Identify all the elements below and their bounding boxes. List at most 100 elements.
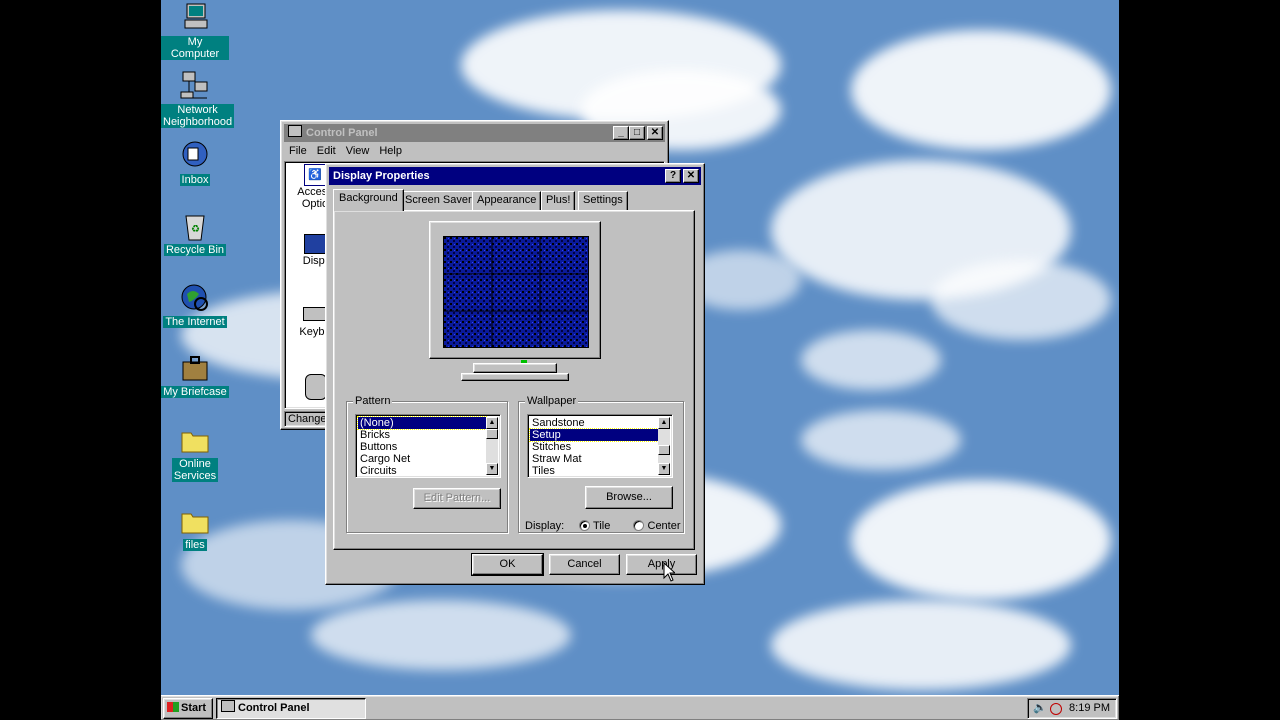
- clock[interactable]: 8:19 PM: [1069, 699, 1110, 718]
- start-label: Start: [181, 702, 207, 714]
- desktop-icon-label: The Internet: [163, 316, 227, 328]
- desktop-icon-label: Network Neighborhood: [161, 104, 235, 128]
- pattern-group: Pattern (None) Bricks Buttons Cargo Net …: [346, 395, 508, 533]
- pattern-scrollbar[interactable]: ▲ ▼: [486, 417, 498, 475]
- tab-panel: Pattern (None) Bricks Buttons Cargo Net …: [333, 210, 695, 550]
- desktop-icon-label: Recycle Bin: [163, 244, 227, 256]
- close-button[interactable]: ✕: [647, 126, 663, 140]
- desktop-icon-online-services[interactable]: Online Services: [161, 424, 229, 482]
- tab-settings[interactable]: Settings: [578, 191, 628, 210]
- ok-button[interactable]: OK: [471, 553, 544, 576]
- internet-icon: [179, 282, 211, 314]
- scroll-down-icon[interactable]: ▼: [486, 463, 498, 475]
- monitor-preview: [429, 221, 601, 391]
- display-properties-titlebar[interactable]: Display Properties ? ✕: [329, 167, 701, 185]
- desktop-icon-label: Inbox: [179, 174, 211, 186]
- wallpaper-scrollbar[interactable]: ▲ ▼: [658, 417, 670, 475]
- tab-plus[interactable]: Plus!: [541, 191, 576, 210]
- volume-icon[interactable]: 🔈: [1033, 699, 1047, 718]
- pattern-listbox[interactable]: (None) Bricks Buttons Cargo Net Circuits…: [355, 414, 501, 478]
- center-label: Center: [647, 520, 681, 532]
- list-item[interactable]: Bricks: [358, 429, 486, 441]
- menu-edit[interactable]: Edit: [312, 145, 341, 157]
- tray-app-icon[interactable]: [1050, 703, 1062, 715]
- list-item[interactable]: Straw Mat: [530, 453, 658, 465]
- desktop-icon-label: My Computer: [161, 36, 229, 60]
- scroll-down-icon[interactable]: ▼: [658, 463, 670, 475]
- list-item[interactable]: Tiles: [530, 465, 658, 477]
- center-radio[interactable]: [633, 520, 645, 531]
- desktop-icon-label: My Briefcase: [161, 386, 229, 398]
- browse-button[interactable]: Browse...: [585, 486, 673, 509]
- taskbar: Start Control Panel 🔈 8:19 PM: [161, 695, 1119, 720]
- list-item[interactable]: Cargo Net: [358, 453, 486, 465]
- desktop-icon-network[interactable]: Network Neighborhood: [161, 70, 235, 128]
- control-panel-titlebar[interactable]: Control Panel _ □ ✕: [284, 124, 665, 142]
- tab-background[interactable]: Background: [333, 189, 404, 211]
- display-label: Display:: [525, 520, 565, 532]
- start-button[interactable]: Start: [163, 698, 213, 719]
- desktop-icon-label: files: [183, 539, 207, 551]
- menu-view[interactable]: View: [341, 145, 375, 157]
- close-button[interactable]: ✕: [683, 169, 699, 183]
- wallpaper-preview: [443, 236, 589, 348]
- apply-button[interactable]: Apply: [626, 554, 697, 575]
- list-item[interactable]: Circuits: [358, 465, 486, 477]
- display-icon: [304, 234, 326, 254]
- list-item[interactable]: (None): [357, 416, 487, 430]
- control-panel-menubar: File Edit View Help: [284, 143, 407, 159]
- desktop-icon-briefcase[interactable]: My Briefcase: [161, 352, 229, 398]
- network-neighborhood-icon: [179, 70, 211, 102]
- svg-text:♻: ♻: [191, 224, 200, 235]
- desktop-icon-my-computer[interactable]: My Computer: [161, 2, 229, 60]
- help-button[interactable]: ?: [665, 169, 681, 183]
- menu-help[interactable]: Help: [374, 145, 407, 157]
- tile-label: Tile: [593, 520, 611, 532]
- taskbar-button-control-panel[interactable]: Control Panel: [216, 698, 366, 719]
- desktop-icon-internet[interactable]: The Internet: [161, 282, 229, 328]
- display-option-row: Display: Tile Center: [525, 520, 681, 532]
- display-properties-dialog[interactable]: Display Properties ? ✕ Background Screen…: [325, 163, 705, 585]
- folder-icon: [179, 424, 211, 456]
- mouse-cursor-icon: [663, 561, 677, 585]
- recycle-bin-icon: ♻: [179, 210, 211, 242]
- desktop[interactable]: My Computer Network Neighborhood Inbox ♻…: [161, 0, 1119, 720]
- mouse-icon[interactable]: [305, 374, 327, 400]
- control-panel-icon: [221, 700, 235, 712]
- wallpaper-listbox[interactable]: Sandstone Setup Stitches Straw Mat Tiles…: [527, 414, 673, 478]
- list-item[interactable]: Sandstone: [530, 417, 658, 429]
- scroll-thumb[interactable]: [658, 445, 670, 455]
- tile-option[interactable]: Tile: [579, 520, 610, 532]
- maximize-button[interactable]: □: [629, 126, 645, 140]
- scroll-thumb[interactable]: [486, 429, 498, 439]
- folder-icon: [179, 505, 211, 537]
- tab-appearance[interactable]: Appearance: [472, 191, 542, 210]
- desktop-icon-recycle-bin[interactable]: ♻ Recycle Bin: [161, 210, 229, 256]
- tab-strip: Background Screen Saver Appearance Plus!…: [333, 189, 693, 211]
- accessibility-icon: ♿: [304, 164, 326, 186]
- dialog-title: Display Properties: [333, 170, 430, 182]
- wallpaper-group: Wallpaper Sandstone Setup Stitches Straw…: [518, 395, 684, 533]
- cancel-button[interactable]: Cancel: [549, 554, 620, 575]
- center-option[interactable]: Center: [633, 520, 681, 532]
- desktop-icon-files[interactable]: files: [161, 505, 229, 551]
- inbox-icon: [179, 140, 211, 172]
- keyboard-icon: [303, 307, 327, 321]
- list-item[interactable]: Setup: [529, 428, 659, 442]
- scroll-up-icon[interactable]: ▲: [486, 417, 498, 429]
- briefcase-icon: [179, 352, 211, 384]
- tab-screen-saver[interactable]: Screen Saver: [400, 191, 477, 210]
- menu-file[interactable]: File: [284, 145, 312, 157]
- tile-radio[interactable]: [579, 520, 591, 531]
- control-panel-app-icon: [288, 125, 302, 137]
- desktop-icon-inbox[interactable]: Inbox: [161, 140, 229, 186]
- minimize-button[interactable]: _: [613, 126, 629, 140]
- edit-pattern-button[interactable]: Edit Pattern...: [413, 488, 501, 509]
- list-item[interactable]: Buttons: [358, 441, 486, 453]
- control-panel-title: Control Panel: [306, 127, 378, 139]
- scroll-up-icon[interactable]: ▲: [658, 417, 670, 429]
- wallpaper-label: Wallpaper: [525, 395, 579, 407]
- pattern-label: Pattern: [353, 395, 393, 407]
- list-item[interactable]: Stitches: [530, 441, 658, 453]
- my-computer-icon: [179, 2, 211, 34]
